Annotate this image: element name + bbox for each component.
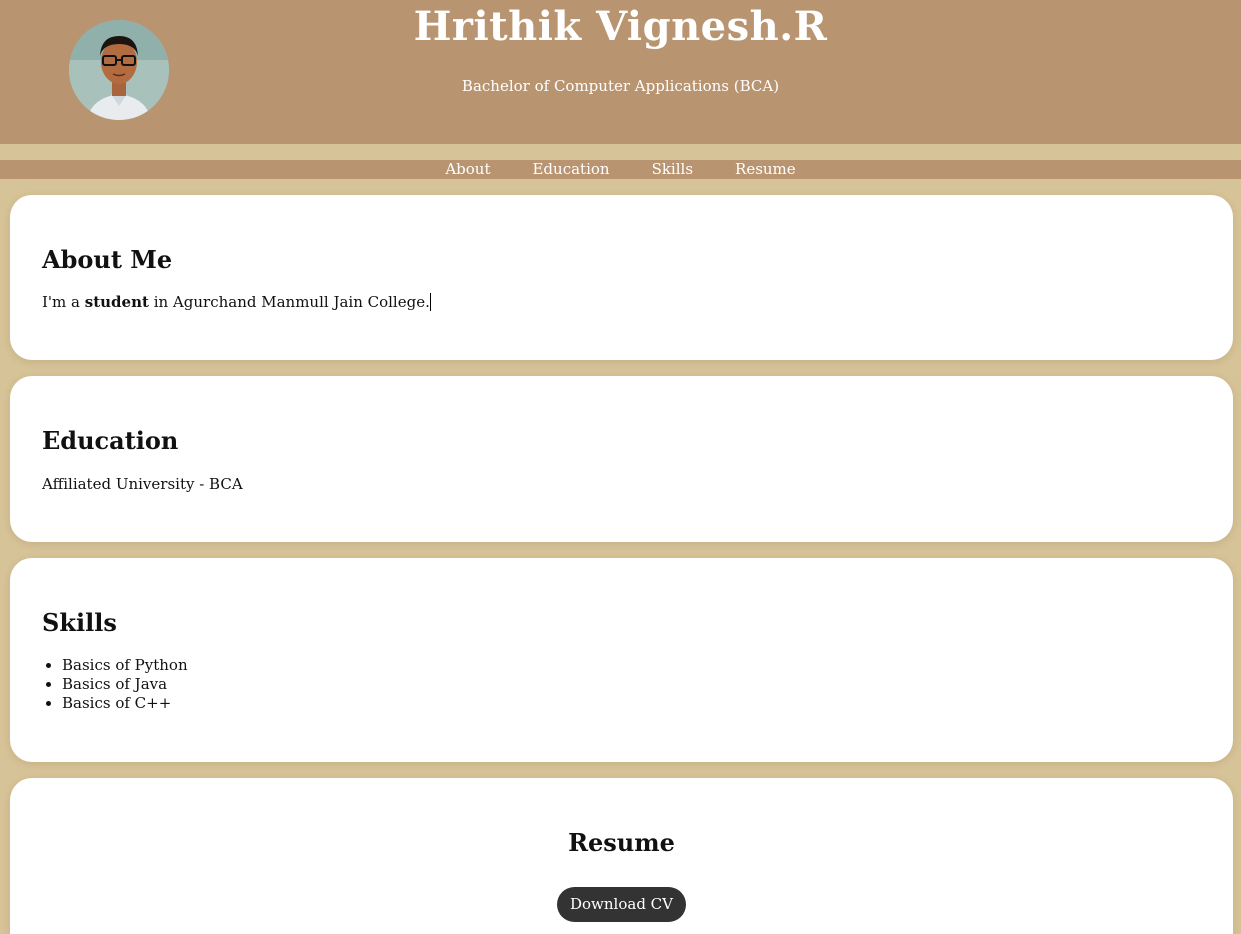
about-text-after: in Agurchand Manmull Jain College. <box>153 293 430 311</box>
about-text-bold: student <box>84 293 149 311</box>
degree-subtitle: Bachelor of Computer Applications (BCA) <box>461 77 780 95</box>
resume-section: Resume Download CV <box>10 778 1233 934</box>
nav-link-skills[interactable]: Skills <box>652 160 693 179</box>
site-header: Hrithik Vignesh.R Bachelor of Computer A… <box>0 0 1241 144</box>
page-title: Hrithik Vignesh.R <box>413 3 828 50</box>
resume-heading: Resume <box>568 828 675 857</box>
education-heading: Education <box>42 426 179 455</box>
skills-list: Basics of Python Basics of Java Basics o… <box>62 656 188 713</box>
about-heading: About Me <box>42 245 173 274</box>
nav-bar: About Education Skills Resume <box>0 160 1241 179</box>
nav-link-about[interactable]: About <box>445 160 490 179</box>
about-section: About Me I'm a student in Agurchand Manm… <box>10 195 1233 360</box>
skill-item: Basics of Python <box>62 656 188 675</box>
skill-item: Basics of Java <box>62 675 188 694</box>
skills-section: Skills Basics of Python Basics of Java B… <box>10 558 1233 762</box>
education-text: Affiliated University - BCA <box>42 475 243 493</box>
about-text: I'm a student in Agurchand Manmull Jain … <box>42 292 431 312</box>
skill-item: Basics of C++ <box>62 694 188 713</box>
text-cursor <box>429 293 431 311</box>
nav-link-resume[interactable]: Resume <box>735 160 796 179</box>
education-section: Education Affiliated University - BCA <box>10 376 1233 542</box>
about-text-before: I'm a <box>42 293 80 311</box>
nav-link-education[interactable]: Education <box>532 160 609 179</box>
skills-heading: Skills <box>42 608 117 637</box>
download-cv-button[interactable]: Download CV <box>557 887 686 922</box>
